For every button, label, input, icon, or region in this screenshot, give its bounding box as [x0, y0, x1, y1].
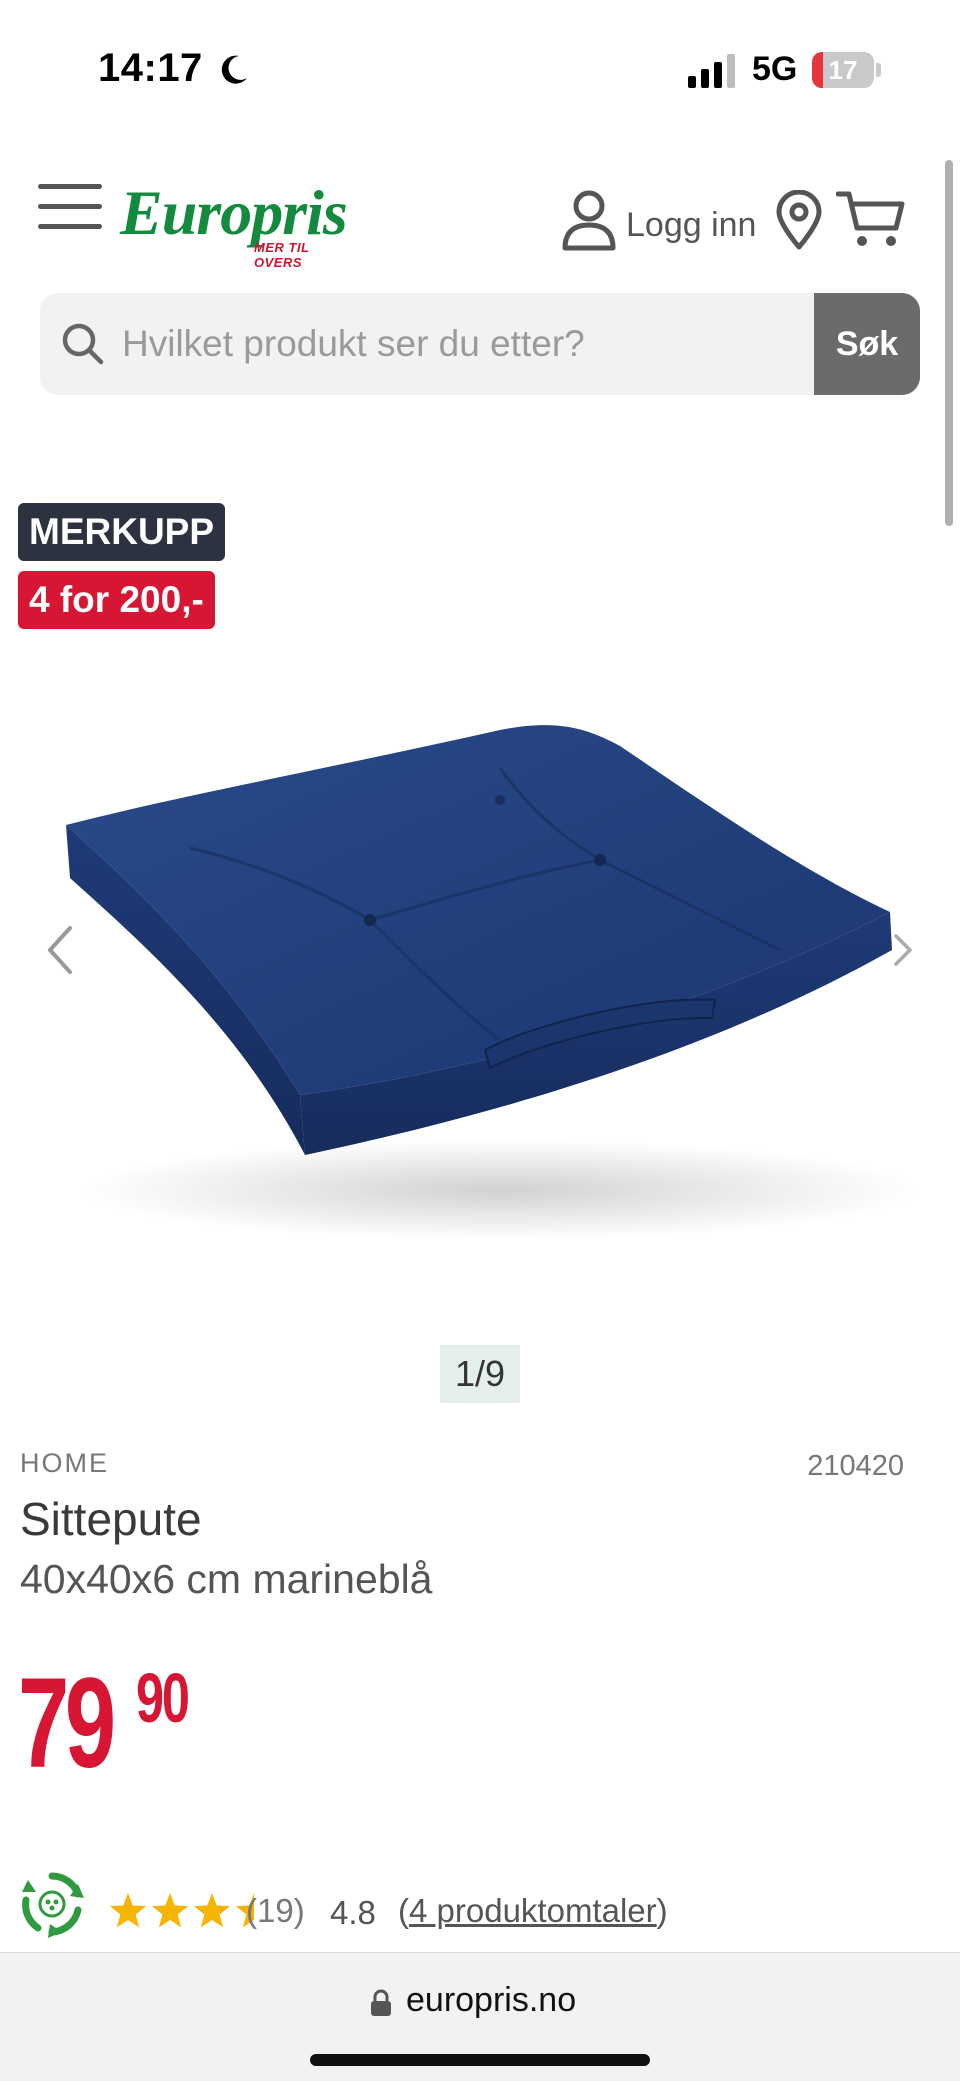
price-main: 79 — [18, 1652, 116, 1795]
europris-logo[interactable]: Europris MER TIL OVERS — [120, 176, 360, 270]
product-image[interactable] — [0, 650, 960, 1290]
review-count: (19) — [246, 1892, 305, 1929]
reviews-link-text: 4 produktomtaler — [409, 1892, 657, 1929]
product-sku: 210420 — [807, 1450, 904, 1482]
search-bar: Søk — [40, 293, 920, 395]
deal-badge: MERKUPP — [18, 503, 226, 561]
status-time: 14:17 — [98, 46, 203, 90]
login-label: Logg inn — [626, 205, 757, 244]
product-gallery — [0, 650, 960, 1290]
chevron-left-icon[interactable] — [40, 920, 80, 980]
url-text: europris.no — [406, 1981, 577, 2019]
star-icon — [109, 1893, 147, 1928]
star-rating — [109, 1893, 254, 1928]
signal-icon — [688, 54, 735, 88]
battery-tip — [876, 63, 881, 77]
site-header: Europris MER TIL OVERS Logg inn — [0, 150, 960, 280]
login-button[interactable]: Logg inn — [560, 188, 756, 252]
battery-body: 17 — [812, 52, 874, 88]
battery-indicator: 17 — [812, 52, 881, 88]
rating-value: 4.8 — [330, 1894, 376, 1931]
menu-icon-bar — [38, 184, 102, 189]
cart-icon[interactable] — [836, 188, 906, 250]
reviews-link-open-paren: ( — [398, 1892, 409, 1929]
battery-level: 17 — [828, 55, 858, 85]
chevron-right-icon[interactable] — [888, 930, 916, 970]
reviews-link[interactable]: (4 produktomtaler) — [398, 1892, 668, 1930]
price-cents: 90 — [136, 1659, 190, 1737]
offer-badge: 4 for 200,- — [18, 571, 215, 629]
product-brand[interactable]: HOME — [20, 1448, 109, 1479]
star-icon — [193, 1893, 231, 1928]
menu-button[interactable] — [38, 182, 102, 232]
home-indicator — [310, 2054, 650, 2066]
reviews-link-close-paren: ) — [656, 1892, 668, 1929]
sustainability-icon[interactable] — [18, 1870, 86, 1938]
rating-row: (19) 4.8 (4 produktomtaler) — [18, 1870, 958, 1940]
location-pin-icon[interactable] — [774, 190, 824, 250]
network-label: 5G — [752, 50, 798, 88]
search-icon — [62, 323, 104, 365]
image-counter: 1/9 — [440, 1345, 520, 1403]
status-bar: 14:17 5G 17 — [0, 0, 960, 140]
product-variant: 40x40x6 cm marineblå — [20, 1556, 433, 1602]
moon-icon — [221, 55, 247, 84]
logo-tagline: MER TIL OVERS — [254, 240, 310, 270]
star-icon — [151, 1893, 189, 1928]
page-scrollbar[interactable] — [945, 160, 953, 526]
menu-icon-bar — [38, 204, 102, 209]
search-button[interactable]: Søk — [814, 293, 920, 395]
product-price: 79 90 — [18, 1660, 208, 1788]
lock-icon — [371, 1989, 391, 2016]
search-input[interactable] — [122, 293, 852, 395]
user-icon — [562, 190, 616, 251]
product-name: Sittepute — [20, 1493, 202, 1545]
menu-icon-bar — [38, 224, 102, 229]
browser-address-bar[interactable]: europris.no — [0, 1952, 960, 2081]
logo-wordmark: Europris — [120, 177, 348, 248]
